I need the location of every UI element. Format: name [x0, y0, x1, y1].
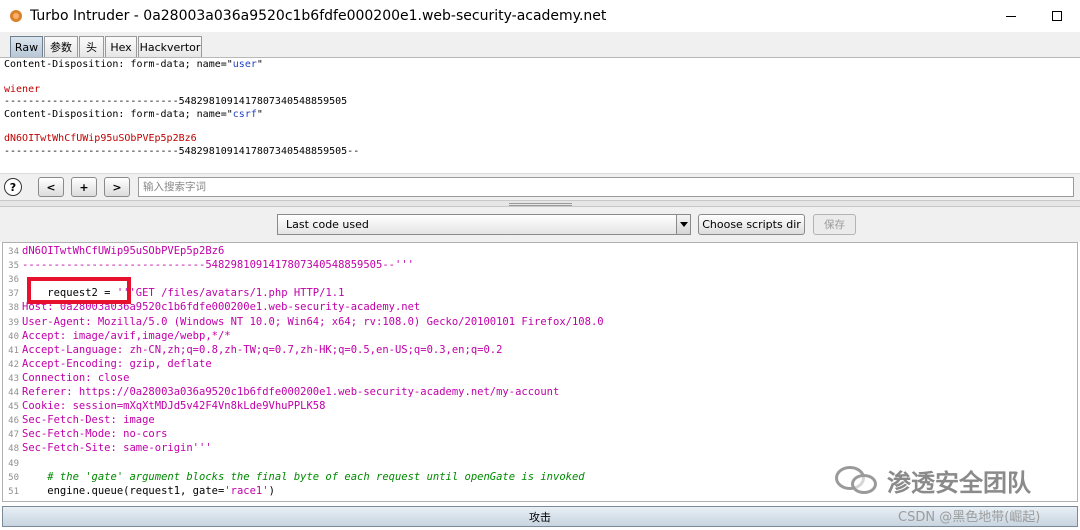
- choose-scripts-dir-button[interactable]: Choose scripts dir: [698, 214, 805, 235]
- tab-headers[interactable]: 头: [79, 36, 104, 57]
- chevron-down-icon[interactable]: [676, 215, 690, 234]
- request-line: -----------------------------54829810914…: [4, 145, 360, 157]
- request-body-view[interactable]: Content-Disposition: form-data; name="us…: [0, 59, 1080, 171]
- code-line: 47 Sec-Fetch-Mode: no-cors: [8, 428, 168, 441]
- code-line: 43 Connection: close: [8, 371, 130, 384]
- wechat-watermark-text: 渗透安全团队: [887, 469, 1031, 497]
- request-line: dN6OITwtWhCfUWip95uSObPVEp5p2Bz6: [4, 133, 197, 145]
- code-line: 50 # the 'gate' argument blocks the fina…: [8, 470, 585, 483]
- window-controls: [988, 0, 1080, 32]
- script-select[interactable]: Last code used: [277, 214, 691, 235]
- minimize-icon: [1006, 15, 1016, 17]
- code-line: 48 Sec-Fetch-Site: same-origin''': [8, 442, 212, 455]
- code-line: 35 -----------------------------548298109…: [8, 259, 414, 272]
- code-line: 39 User-Agent: Mozilla/5.0 (Windows NT 10…: [8, 315, 604, 328]
- request-line: Content-Disposition: form-data; name="cs…: [4, 108, 263, 120]
- maximize-button[interactable]: [1034, 0, 1080, 32]
- minimize-button[interactable]: [988, 0, 1034, 32]
- wechat-logo-icon: [835, 464, 879, 498]
- code-line: 51 engine.queue(request1, gate='race1'): [8, 484, 275, 497]
- code-line: 40 Accept: image/avif,image/webp,*/*: [8, 329, 231, 342]
- tab-hackvertor[interactable]: Hackvertor: [138, 36, 202, 57]
- save-button[interactable]: 保存: [813, 214, 856, 235]
- request-line: wiener: [4, 83, 41, 95]
- code-line: 49: [8, 458, 19, 469]
- annotation-highlight-box: [27, 277, 131, 304]
- code-line: 41 Accept-Language: zh-CN,zh;q=0.8,zh-TW;…: [8, 343, 503, 356]
- message-tabs: Raw 参数 头 Hex Hackvertor: [0, 32, 1080, 58]
- search-input[interactable]: 输入搜索字词: [138, 177, 1074, 197]
- code-line: 36: [8, 275, 19, 286]
- request-line: [4, 71, 1080, 83]
- code-line: 34 dN6OITwtWhCfUWip95uSObPVEp5p2Bz6: [8, 245, 225, 257]
- tab-raw[interactable]: Raw: [10, 36, 43, 57]
- burp-app-icon: [9, 9, 23, 23]
- code-line: 44 Referer: https://0a28003a036a9520c1b6f…: [8, 386, 560, 398]
- maximize-icon: [1052, 11, 1062, 21]
- tab-hex[interactable]: Hex: [105, 36, 137, 57]
- search-next-button[interactable]: >: [104, 177, 130, 197]
- wechat-watermark: 渗透安全团队: [835, 463, 1031, 498]
- search-bar: ? < + > 输入搜索字词: [0, 173, 1080, 200]
- code-line: 45 Cookie: session=mXqXtMDJd5v42F4Vn8kLde…: [8, 400, 326, 413]
- tab-params[interactable]: 参数: [44, 36, 78, 57]
- title-bar: Turbo Intruder - 0a28003a036a9520c1b6fdf…: [0, 0, 1080, 32]
- script-toolbar: Last code used Choose scripts dir 保存: [0, 207, 1080, 242]
- search-add-button[interactable]: +: [71, 177, 97, 197]
- window-title: Turbo Intruder - 0a28003a036a9520c1b6fdf…: [30, 8, 607, 24]
- script-select-value: Last code used: [286, 218, 369, 231]
- request-line: [4, 121, 1080, 133]
- csdn-watermark: CSDN @黑色地带(崛起): [898, 510, 1041, 525]
- search-prev-button[interactable]: <: [38, 177, 64, 197]
- code-line: 46 Sec-Fetch-Dest: image: [8, 414, 155, 427]
- help-button[interactable]: ?: [4, 178, 22, 196]
- request-line: -----------------------------54829810914…: [4, 96, 348, 108]
- splitter-grip-icon: [509, 203, 572, 206]
- code-line: 42 Accept-Encoding: gzip, deflate: [8, 357, 212, 370]
- request-line: Content-Disposition: form-data; name="us…: [4, 59, 263, 70]
- pane-splitter[interactable]: [0, 200, 1080, 207]
